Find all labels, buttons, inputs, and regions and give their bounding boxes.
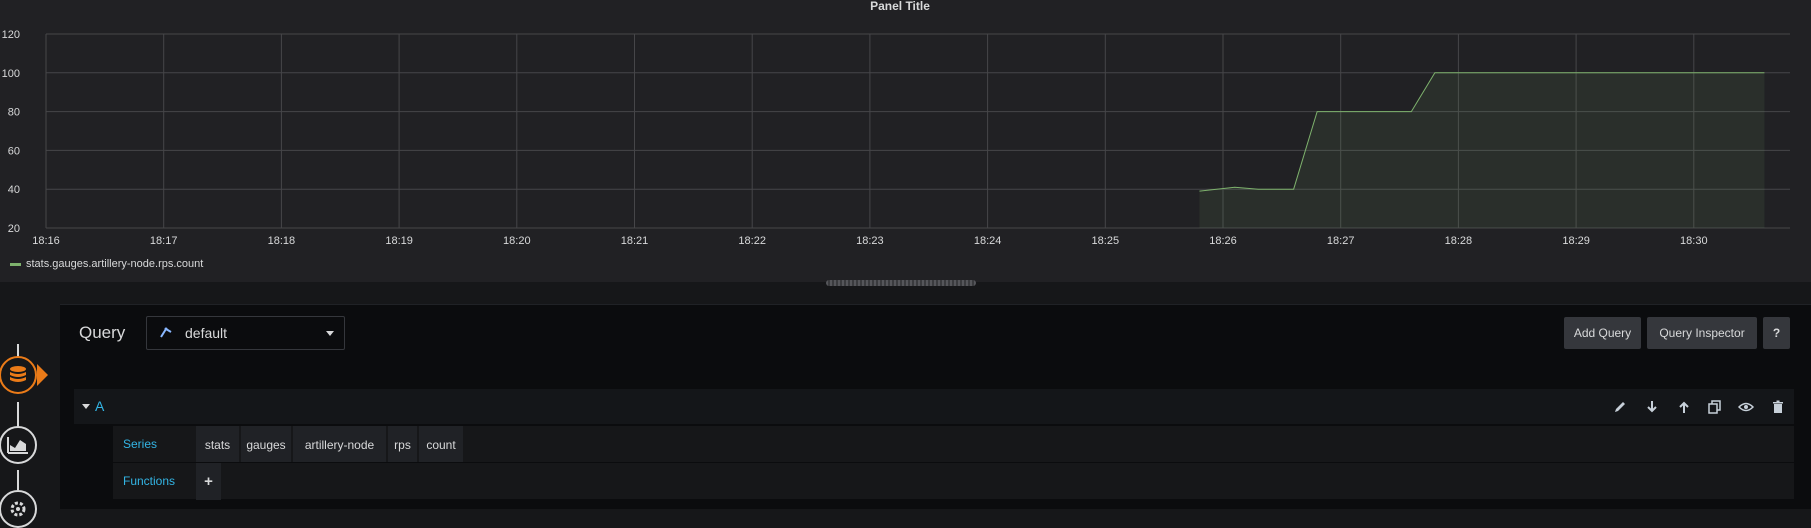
y-tick-label: 20 xyxy=(8,223,20,235)
graph-panel: Panel Title 120 100 80 60 40 20 18:16 18:17 18:1… xyxy=(0,0,1811,282)
query-ref-id[interactable]: A xyxy=(95,398,104,414)
datasource-select[interactable]: default xyxy=(146,316,345,350)
rail-connector xyxy=(17,470,19,490)
graph-canvas: 120 100 80 60 40 20 18:16 18:17 18:18 18:19 18:20 1… xyxy=(2,29,1790,247)
legend-label[interactable]: stats.gauges.artillery-node.rps.count xyxy=(26,258,203,270)
x-tick-label: 18:24 xyxy=(974,235,1002,247)
y-tick-label: 80 xyxy=(8,107,20,119)
series-segment[interactable]: stats xyxy=(196,426,239,463)
series-segment[interactable]: artillery-node xyxy=(293,426,386,463)
series-segment[interactable]: count xyxy=(419,426,463,463)
query-inspector-button[interactable]: Query Inspector xyxy=(1647,317,1757,349)
arrow-up-icon[interactable] xyxy=(1676,399,1692,415)
eye-icon[interactable] xyxy=(1738,399,1754,415)
x-tick-label: 18:29 xyxy=(1562,235,1590,247)
x-tick-label: 18:16 xyxy=(32,235,60,247)
active-step-arrow xyxy=(37,364,48,386)
datasource-value: default xyxy=(185,325,228,341)
editor-side-rail xyxy=(0,304,60,528)
series-segment[interactable]: rps xyxy=(388,426,417,463)
x-tick-label: 18:30 xyxy=(1680,235,1708,247)
series-segment[interactable]: gauges xyxy=(241,426,291,463)
arrow-down-icon[interactable] xyxy=(1644,399,1660,415)
collapse-caret-icon[interactable] xyxy=(82,404,90,409)
functions-label: Functions xyxy=(123,474,176,488)
gear-icon[interactable] xyxy=(0,490,37,528)
database-icon[interactable] xyxy=(0,356,37,394)
x-tick-label: 18:28 xyxy=(1445,235,1473,247)
x-tick-label: 18:25 xyxy=(1092,235,1120,247)
query-tab-title: Query xyxy=(79,323,126,342)
chart-icon[interactable] xyxy=(0,426,37,464)
trash-icon[interactable] xyxy=(1770,399,1786,415)
x-tick-label: 18:19 xyxy=(385,235,413,247)
resize-handle[interactable] xyxy=(826,280,976,286)
query-row-header[interactable] xyxy=(74,389,1794,424)
y-tick-label: 120 xyxy=(2,29,20,41)
x-tick-label: 18:27 xyxy=(1327,235,1355,247)
series-row: Series stats gauges artillery-node rps c… xyxy=(113,425,1794,463)
graphite-icon xyxy=(160,327,172,338)
y-tick-label: 100 xyxy=(2,68,20,80)
add-function-button[interactable]: + xyxy=(196,463,221,500)
x-tick-label: 18:21 xyxy=(621,235,649,247)
x-tick-label: 18:17 xyxy=(150,235,178,247)
y-tick-label: 60 xyxy=(8,145,20,157)
chevron-down-icon xyxy=(326,331,334,336)
add-query-button[interactable]: Add Query xyxy=(1564,317,1641,349)
series-label: Series xyxy=(123,437,158,451)
x-tick-label: 18:20 xyxy=(503,235,531,247)
help-button[interactable]: ? xyxy=(1763,317,1790,349)
x-tick-label: 18:22 xyxy=(738,235,766,247)
copy-icon[interactable] xyxy=(1707,399,1723,415)
functions-row: Functions + xyxy=(113,462,1794,500)
legend-swatch xyxy=(10,262,21,266)
x-tick-label: 18:23 xyxy=(856,235,884,247)
x-tick-label: 18:26 xyxy=(1209,235,1237,247)
legend[interactable]: stats.gauges.artillery-node.rps.count xyxy=(10,258,203,270)
pencil-icon[interactable] xyxy=(1612,399,1628,415)
x-tick-label: 18:18 xyxy=(268,235,296,247)
y-tick-label: 40 xyxy=(8,184,20,196)
